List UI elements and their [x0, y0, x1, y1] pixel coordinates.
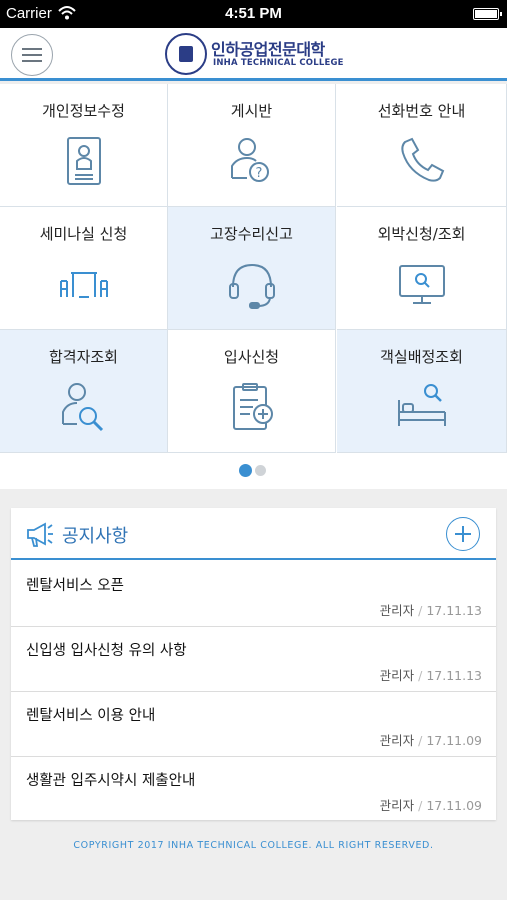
battery-icon	[473, 8, 502, 20]
notice-date: 17.11.13	[426, 668, 482, 683]
menu-item-phone-directory[interactable]: 선화번호 안내	[337, 84, 507, 207]
page-dot[interactable]	[255, 465, 266, 476]
logo-english-name: INHA TECHNICAL COLLEGE	[213, 58, 344, 68]
notice-row-title: 렌탈서비스 오픈	[26, 578, 124, 594]
menu-item-label: 선화번호 안내	[377, 102, 466, 120]
notice-row[interactable]: 렌탈서비스 오픈 관리자 / 17.11.13	[11, 562, 496, 627]
menu-line-icon	[22, 54, 42, 56]
notice-row[interactable]: 생활관 입주시약시 제출안내 관리자 / 17.11.09	[11, 757, 496, 822]
menu-item-label: 게시반	[230, 102, 273, 120]
user-question-icon: ?	[230, 138, 269, 182]
notice-row[interactable]: 신입생 입사신청 유의 사항 관리자 / 17.11.13	[11, 627, 496, 692]
status-bar: Carrier 4:51 PM	[0, 0, 507, 28]
svg-text:?: ?	[255, 166, 262, 181]
notice-date: 17.11.09	[426, 733, 482, 748]
notice-card: 공지사항 렌탈서비스 오픈 관리자 / 17.11.13 신입생 입사신청 유의…	[11, 508, 496, 820]
app-header: 인하공업전문대학 INHA TECHNICAL COLLEGE	[0, 28, 507, 81]
menu-item-label: 외박신청/조회	[377, 225, 466, 243]
notice-date: 17.11.09	[426, 798, 482, 813]
headset-icon	[228, 263, 275, 309]
megaphone-icon	[27, 522, 53, 547]
menu-line-icon	[22, 48, 42, 50]
notice-row-title: 신입생 입사신청 유의 사항	[26, 643, 187, 659]
menu-item-dorm-application[interactable]: 입사신청	[168, 330, 336, 453]
page-dot-active[interactable]	[239, 464, 252, 477]
menu-item-label: 세미나실 신청	[39, 225, 128, 243]
menu-item-label: 고장수리신고	[210, 225, 293, 243]
notice-more-button[interactable]	[446, 517, 480, 551]
notice-row[interactable]: 렌탈서비스 이용 안내 관리자 / 17.11.09	[11, 692, 496, 757]
phone-icon	[400, 137, 444, 182]
user-search-icon	[61, 383, 103, 432]
notice-date: 17.11.13	[426, 603, 482, 618]
menu-item-profile-edit[interactable]: 개인정보수정	[0, 84, 168, 207]
seminar-table-icon	[59, 272, 108, 298]
menu-line-icon	[22, 60, 42, 62]
id-card-icon	[66, 137, 101, 185]
notice-title: 공지사항	[62, 526, 129, 547]
menu-item-label: 객실배정조회	[380, 348, 463, 366]
menu-item-label: 입사신청	[223, 348, 280, 366]
menu-item-label: 합격자조회	[48, 348, 118, 366]
notice-row-meta: 관리자 / 17.11.13	[379, 668, 482, 683]
monitor-search-icon	[398, 265, 445, 304]
status-time: 4:51 PM	[225, 5, 282, 22]
menu-item-seminar-room[interactable]: 세미나실 신청	[0, 207, 168, 330]
notice-row-meta: 관리자 / 17.11.13	[379, 603, 482, 618]
notice-row-meta: 관리자 / 17.11.09	[379, 798, 482, 813]
notice-row-meta: 관리자 / 17.11.09	[379, 733, 482, 748]
notice-header: 공지사항	[11, 508, 496, 560]
college-seal-icon	[165, 33, 207, 75]
clipboard-add-icon	[232, 383, 273, 430]
logo-korean-name: 인하공업전문대학	[211, 40, 325, 59]
menu-item-room-assignment[interactable]: 객실배정조회	[337, 330, 507, 453]
notice-author: 관리자	[379, 798, 415, 813]
college-logo[interactable]: 인하공업전문대학 INHA TECHNICAL COLLEGE	[165, 33, 345, 77]
menu-item-board[interactable]: 게시반 ?	[168, 84, 336, 207]
menu-item-label: 개인정보수정	[42, 102, 125, 120]
notice-row-title: 렌탈서비스 이용 안내	[26, 708, 156, 724]
notice-author: 관리자	[379, 603, 415, 618]
notice-author: 관리자	[379, 668, 415, 683]
notice-row-title: 생활관 입주시약시 제출안내	[26, 773, 196, 789]
menu-item-acceptance-check[interactable]: 합격자조회	[0, 330, 168, 453]
menu-pager	[0, 453, 507, 489]
menu-grid: 개인정보수정 게시반 ? 선화번호 안내 세미나실 신청 고장수리신고 외박신청…	[0, 84, 507, 453]
bed-search-icon	[397, 384, 446, 426]
menu-item-overnight-request[interactable]: 외박신청/조회	[337, 207, 507, 330]
notice-author: 관리자	[379, 733, 415, 748]
menu-item-repair-report[interactable]: 고장수리신고	[168, 207, 336, 330]
copyright-footer: COPYRIGHT 2017 INHA TECHNICAL COLLEGE. A…	[73, 840, 434, 851]
hamburger-menu-button[interactable]	[11, 34, 53, 76]
